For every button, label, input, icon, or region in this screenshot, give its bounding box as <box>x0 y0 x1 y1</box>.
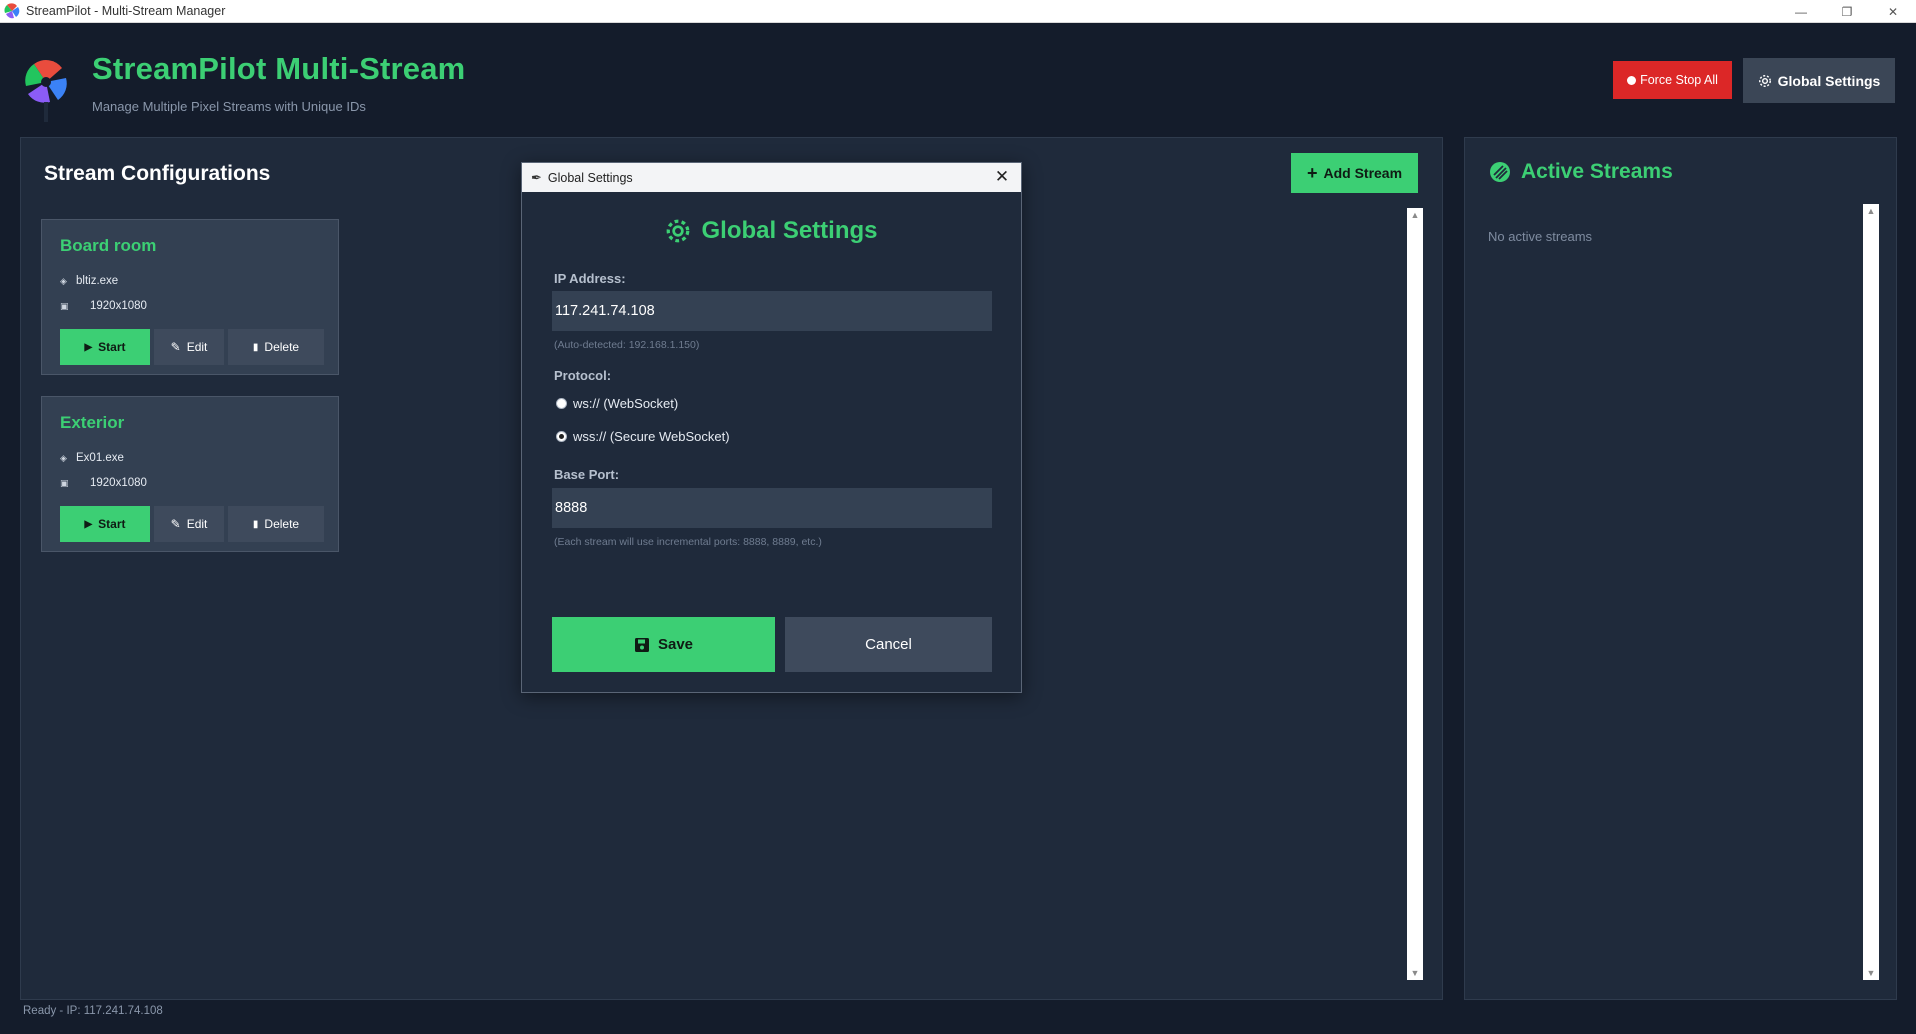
monitor-icon: ▣ <box>60 300 69 311</box>
start-button[interactable]: ▶ Start <box>60 506 150 542</box>
global-settings-button[interactable]: Global Settings <box>1743 58 1895 103</box>
protocol-wss-option[interactable]: wss:// (Secure WebSocket) <box>556 429 730 444</box>
force-stop-all-button[interactable]: Force Stop All <box>1613 61 1732 99</box>
stream-name: Board room <box>60 236 157 255</box>
dialog-heading-label: Global Settings <box>701 217 878 244</box>
ip-hint: (Auto-detected: 192.168.1.150) <box>554 339 700 351</box>
scroll-up-icon[interactable]: ▲ <box>1407 208 1423 222</box>
stream-resolution-row: ▣ 1920x1080 <box>60 477 147 489</box>
cancel-button[interactable]: Cancel <box>785 617 992 672</box>
play-icon: ▶ <box>84 341 93 353</box>
app-subtitle: Manage Multiple Pixel Streams with Uniqu… <box>92 99 366 114</box>
scroll-down-icon[interactable]: ▼ <box>1863 966 1879 980</box>
window-title: StreamPilot - Multi-Stream Manager <box>26 4 226 18</box>
global-settings-label: Global Settings <box>1777 72 1881 89</box>
stream-resolution: 1920x1080 <box>90 300 147 312</box>
cancel-label: Cancel <box>865 636 912 653</box>
protocol-ws-label: ws:// (WebSocket) <box>573 396 679 411</box>
add-stream-button[interactable]: + Add Stream <box>1291 153 1418 193</box>
active-scrollbar[interactable]: ▲ ▼ <box>1863 204 1879 980</box>
minimize-icon[interactable]: — <box>1778 0 1824 23</box>
delete-label: Delete <box>264 517 300 531</box>
restore-icon[interactable]: ❐ <box>1824 0 1870 23</box>
active-streams-title: Active Streams <box>1489 160 1673 184</box>
delete-button[interactable]: ▮ Delete <box>228 506 324 542</box>
gear-icon <box>667 219 690 243</box>
delete-button[interactable]: ▮ Delete <box>228 329 324 365</box>
stop-dot-icon <box>1627 75 1637 85</box>
panel-title: Stream Configurations <box>44 162 271 185</box>
protocol-wss-label: wss:// (Secure WebSocket) <box>573 429 730 444</box>
monitor-icon: ▣ <box>60 477 69 488</box>
trash-icon: ▮ <box>252 341 259 353</box>
stream-card: Board room ◈ bltiz.exe ▣ 1920x1080 ▶ Sta… <box>41 219 339 375</box>
save-button[interactable]: Save <box>552 617 775 672</box>
logo-icon <box>25 60 67 122</box>
configs-scrollbar[interactable]: ▲ ▼ <box>1407 208 1423 980</box>
radio-unselected-icon[interactable] <box>556 398 567 409</box>
package-icon: ◈ <box>60 452 67 463</box>
start-button[interactable]: ▶ Start <box>60 329 150 365</box>
scroll-up-icon[interactable]: ▲ <box>1863 204 1879 218</box>
radio-selected-icon[interactable] <box>556 431 567 442</box>
app-header: StreamPilot Multi-Stream Manage Multiple… <box>0 23 1916 137</box>
broadcast-icon <box>1490 162 1510 182</box>
add-stream-label: Add Stream <box>1323 165 1403 181</box>
active-streams-panel: Active Streams No active streams ▲ ▼ <box>1464 137 1897 1000</box>
feather-icon: ✒ <box>531 169 542 185</box>
empty-state-text: No active streams <box>1488 229 1593 244</box>
start-label: Start <box>98 517 126 531</box>
stream-exe: bltiz.exe <box>76 275 119 287</box>
pencil-icon: ✎ <box>170 517 181 531</box>
floppy-disk-icon <box>634 637 649 652</box>
package-icon: ◈ <box>60 275 67 286</box>
stream-exe: Ex01.exe <box>76 452 124 464</box>
protocol-label: Protocol: <box>554 368 612 383</box>
trash-icon: ▮ <box>252 518 259 530</box>
close-icon[interactable]: ✕ <box>991 166 1013 188</box>
edit-button[interactable]: ✎ Edit <box>154 506 224 542</box>
ip-label: IP Address: <box>554 271 626 286</box>
edit-label: Edit <box>186 517 208 531</box>
ip-address-input[interactable] <box>552 291 992 331</box>
gear-icon <box>1758 74 1771 87</box>
stream-exe-row: ◈ bltiz.exe <box>60 275 118 287</box>
start-label: Start <box>98 340 126 354</box>
play-icon: ▶ <box>84 518 93 530</box>
pencil-icon: ✎ <box>170 340 181 354</box>
global-settings-dialog: ✒ Global Settings ✕ Global Settings IP A… <box>521 162 1022 693</box>
app-title: StreamPilot Multi-Stream <box>92 51 466 86</box>
protocol-ws-option[interactable]: ws:// (WebSocket) <box>556 396 678 411</box>
scroll-down-icon[interactable]: ▼ <box>1407 966 1423 980</box>
stream-name: Exterior <box>60 413 125 432</box>
force-stop-label: Force Stop All <box>1640 73 1718 87</box>
close-icon[interactable]: ✕ <box>1870 0 1916 23</box>
base-port-label: Base Port: <box>554 467 620 482</box>
active-streams-label: Active Streams <box>1521 160 1673 183</box>
stream-exe-row: ◈ Ex01.exe <box>60 452 124 464</box>
window-titlebar: StreamPilot - Multi-Stream Manager — ❐ ✕ <box>0 0 1916 23</box>
stream-resolution-row: ▣ 1920x1080 <box>60 300 147 312</box>
dialog-window-title: Global Settings <box>547 170 633 185</box>
edit-label: Edit <box>186 340 208 354</box>
status-bar: Ready - IP: 117.241.74.108 <box>23 1005 163 1017</box>
dialog-heading: Global Settings <box>522 217 1021 245</box>
edit-button[interactable]: ✎ Edit <box>154 329 224 365</box>
delete-label: Delete <box>264 340 300 354</box>
stream-card: Exterior ◈ Ex01.exe ▣ 1920x1080 ▶ Start … <box>41 396 339 552</box>
app-icon <box>4 3 20 19</box>
plus-icon: + <box>1306 163 1318 183</box>
port-hint: (Each stream will use incremental ports:… <box>554 536 822 548</box>
dialog-titlebar: ✒ Global Settings ✕ <box>522 163 1021 192</box>
base-port-input[interactable] <box>552 488 992 528</box>
save-label: Save <box>657 636 694 653</box>
stream-resolution: 1920x1080 <box>90 477 147 489</box>
